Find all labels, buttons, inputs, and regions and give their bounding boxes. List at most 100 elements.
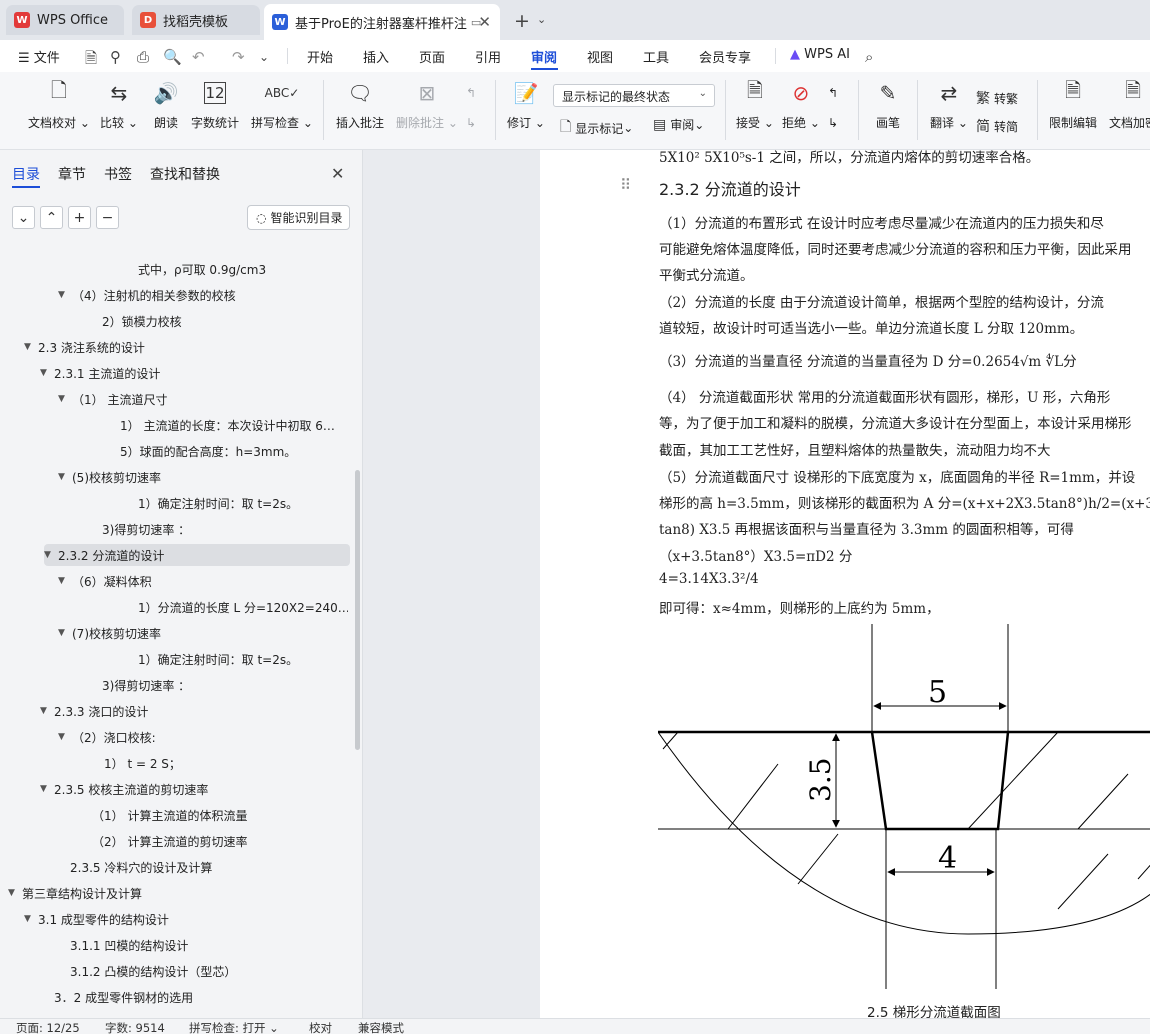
- toc-item[interactable]: ▼ (7)校核剪切速率: [0, 622, 348, 644]
- menu-page[interactable]: 页面: [419, 47, 445, 66]
- toc-item[interactable]: ▼ （6）凝料体积: [0, 570, 348, 592]
- show-markup-button[interactable]: 🗋 显示标记 ⌄: [560, 116, 633, 140]
- markup-state-select[interactable]: 显示标记的最终状态 ⌄: [553, 84, 715, 107]
- expand-arrow-icon[interactable]: ▼: [40, 784, 54, 794]
- close-tab-icon[interactable]: ✕: [478, 13, 491, 31]
- compare-button[interactable]: ⇆ 比较 ⌄: [100, 78, 138, 142]
- toc-item[interactable]: 2）锁模力校核: [0, 310, 348, 332]
- doc-check-button[interactable]: 🗋 文档校对 ⌄: [28, 78, 90, 142]
- menu-wps-ai[interactable]: ▲ WPS AI: [790, 47, 850, 62]
- menu-member[interactable]: 会员专享: [699, 47, 751, 66]
- toc-item[interactable]: 5）球面的配合高度：h=3mm。: [0, 440, 348, 462]
- toc-item[interactable]: 1）确定注射时间：取 t=2s。: [0, 648, 348, 670]
- expand-arrow-icon[interactable]: ▼: [58, 472, 72, 482]
- page-indicator[interactable]: 页面: 12/25: [16, 1020, 80, 1034]
- expand-arrow-icon[interactable]: ▼: [58, 732, 72, 742]
- toc-item[interactable]: ▼ （1） 主流道尺寸: [0, 388, 348, 410]
- save-icon[interactable]: 🗎: [85, 48, 97, 73]
- collapse-all-button[interactable]: ⌃: [40, 206, 63, 229]
- restrict-edit-button[interactable]: 🗎 限制编辑: [1049, 78, 1097, 142]
- print-icon[interactable]: ⎙: [137, 48, 149, 66]
- pane-tab-find-replace[interactable]: 查找和替换: [150, 164, 220, 184]
- tab-wps-office[interactable]: W WPS Office: [6, 5, 124, 35]
- toc-item[interactable]: ▼ 2.3.5 校核主流道的剪切速率: [0, 778, 348, 800]
- expand-arrow-icon[interactable]: ▼: [58, 628, 72, 638]
- next-comment-icon[interactable]: ↳: [466, 116, 476, 130]
- expand-arrow-icon[interactable]: ▼: [58, 290, 72, 300]
- toc-item[interactable]: （1） 计算主流道的体积流量: [0, 804, 348, 826]
- menu-insert[interactable]: 插入: [363, 47, 389, 66]
- pane-tab-bookmarks[interactable]: 书签: [104, 164, 132, 184]
- menu-home[interactable]: 开始: [307, 47, 333, 66]
- remove-heading-button[interactable]: −: [96, 206, 119, 229]
- toc-item[interactable]: 2.3.5 冷料穴的设计及计算: [0, 856, 348, 878]
- expand-arrow-icon[interactable]: ▼: [24, 914, 38, 924]
- proofread-indicator[interactable]: 校对: [309, 1020, 332, 1034]
- to-simplified-button[interactable]: 简转简: [976, 116, 1018, 136]
- toc-item[interactable]: 1） t = 2 S；: [0, 752, 348, 774]
- pane-tab-toc[interactable]: 目录: [12, 164, 40, 184]
- menu-tools[interactable]: 工具: [643, 47, 669, 66]
- review-pane-button[interactable]: ▤ 审阅 ⌄: [653, 116, 704, 133]
- redo-icon[interactable]: ↷: [232, 48, 245, 66]
- menu-references[interactable]: 引用: [475, 47, 501, 66]
- expand-arrow-icon[interactable]: ▼: [24, 342, 38, 352]
- toc-item[interactable]: 3．2 成型零件钢材的选用: [0, 986, 348, 1008]
- tab-daoke-templates[interactable]: D 找稻壳模板: [132, 5, 260, 35]
- toc-item[interactable]: （2） 计算主流道的剪切速率: [0, 830, 348, 852]
- accept-button[interactable]: 🗎 接受 ⌄: [736, 78, 774, 142]
- expand-arrow-icon[interactable]: ▼: [8, 888, 22, 898]
- expand-arrow-icon[interactable]: ▼: [44, 550, 58, 560]
- next-change-icon[interactable]: ↳: [828, 116, 838, 130]
- toc-item[interactable]: ▼ 3.1 成型零件的结构设计: [0, 908, 348, 930]
- undo-icon[interactable]: ↶: [192, 48, 205, 66]
- toc-item[interactable]: ▼ 2.3.1 主流道的设计: [0, 362, 348, 384]
- toc-item[interactable]: 1） 主流道的长度：本次设计中初取 6…: [0, 414, 348, 436]
- toc-item[interactable]: ▼ 2.3 浇注系统的设计: [0, 336, 348, 358]
- menu-file[interactable]: ☰ 文件: [18, 47, 60, 66]
- prev-change-icon[interactable]: ↰: [828, 86, 838, 100]
- expand-arrow-icon[interactable]: ▼: [40, 706, 54, 716]
- drag-handle-icon[interactable]: ⠿: [620, 176, 631, 194]
- toc-item[interactable]: 3)得剪切速率 ：: [0, 674, 348, 696]
- smart-toc-button[interactable]: ◌ 智能识别目录: [247, 205, 350, 230]
- toc-item[interactable]: 3.1.2 凸模的结构设计（型芯）: [0, 960, 348, 982]
- toc-item[interactable]: 3)得剪切速率 ：: [0, 518, 348, 540]
- toc-item[interactable]: ▼ （4）注射机的相关参数的校核: [0, 284, 348, 306]
- tab-current-document[interactable]: W 基于ProE的注射器塞杆推杆注 ▭ ✕: [264, 4, 500, 40]
- word-count-button[interactable]: 12 字数统计: [191, 78, 239, 142]
- revise-button[interactable]: 📝 修订 ⌄: [507, 78, 545, 142]
- chevron-down-icon[interactable]: ⌄: [259, 50, 269, 64]
- word-count-indicator[interactable]: 字数: 9514: [105, 1020, 165, 1034]
- doc-encrypt-button[interactable]: 🗎 文档加密: [1109, 78, 1150, 142]
- translate-button[interactable]: ⇄ 翻译 ⌄: [930, 78, 968, 142]
- spell-check-indicator[interactable]: 拼写检查: 打开 ⌄: [189, 1020, 279, 1034]
- toc-item[interactable]: ▼ 2.3.2 分流道的设计: [44, 544, 350, 566]
- pen-button[interactable]: ✎ 画笔: [873, 78, 903, 142]
- pane-tab-sections[interactable]: 章节: [58, 164, 86, 184]
- toc-item[interactable]: 式中，ρ可取 0.9g/cm3: [0, 258, 348, 280]
- close-pane-icon[interactable]: ✕: [331, 164, 344, 183]
- document-page[interactable]: 5X10² 5X10⁵s-1 之间，所以，分流道内熔体的剪切速率合格。 ⠿ 2.…: [540, 150, 1150, 1018]
- to-traditional-button[interactable]: 繁转繁: [976, 88, 1018, 108]
- toc-item[interactable]: ▼ (5)校核剪切速率: [0, 466, 348, 488]
- new-tab-icon[interactable]: +: [514, 10, 530, 32]
- toc-scrollbar[interactable]: [355, 470, 360, 750]
- toc-item[interactable]: ▼ （2）浇口校核:: [0, 726, 348, 748]
- toc-item[interactable]: 3.1.1 凹模的结构设计: [0, 934, 348, 956]
- expand-arrow-icon[interactable]: ▼: [58, 576, 72, 586]
- reject-button[interactable]: ⊘ 拒绝 ⌄: [782, 78, 820, 142]
- toc-item[interactable]: ▼ 第三章结构设计及计算: [0, 882, 348, 904]
- expand-arrow-icon[interactable]: ▼: [40, 368, 54, 378]
- expand-arrow-icon[interactable]: ▼: [58, 394, 72, 404]
- expand-all-button[interactable]: ⌄: [12, 206, 35, 229]
- toc-item[interactable]: 1）确定注射时间：取 t=2s。: [0, 492, 348, 514]
- insert-comment-button[interactable]: 🗨 插入批注: [336, 78, 384, 142]
- menu-review[interactable]: 审阅: [531, 47, 557, 66]
- toc-item[interactable]: ▼ 2.3.3 浇口的设计: [0, 700, 348, 722]
- read-aloud-button[interactable]: 🔊 朗读: [151, 78, 181, 142]
- add-heading-button[interactable]: +: [68, 206, 91, 229]
- menu-view[interactable]: 视图: [587, 47, 613, 66]
- delete-comment-button[interactable]: ⊠ 删除批注 ⌄: [396, 78, 458, 142]
- spell-check-button[interactable]: ABC✓ 拼写检查 ⌄: [251, 78, 313, 142]
